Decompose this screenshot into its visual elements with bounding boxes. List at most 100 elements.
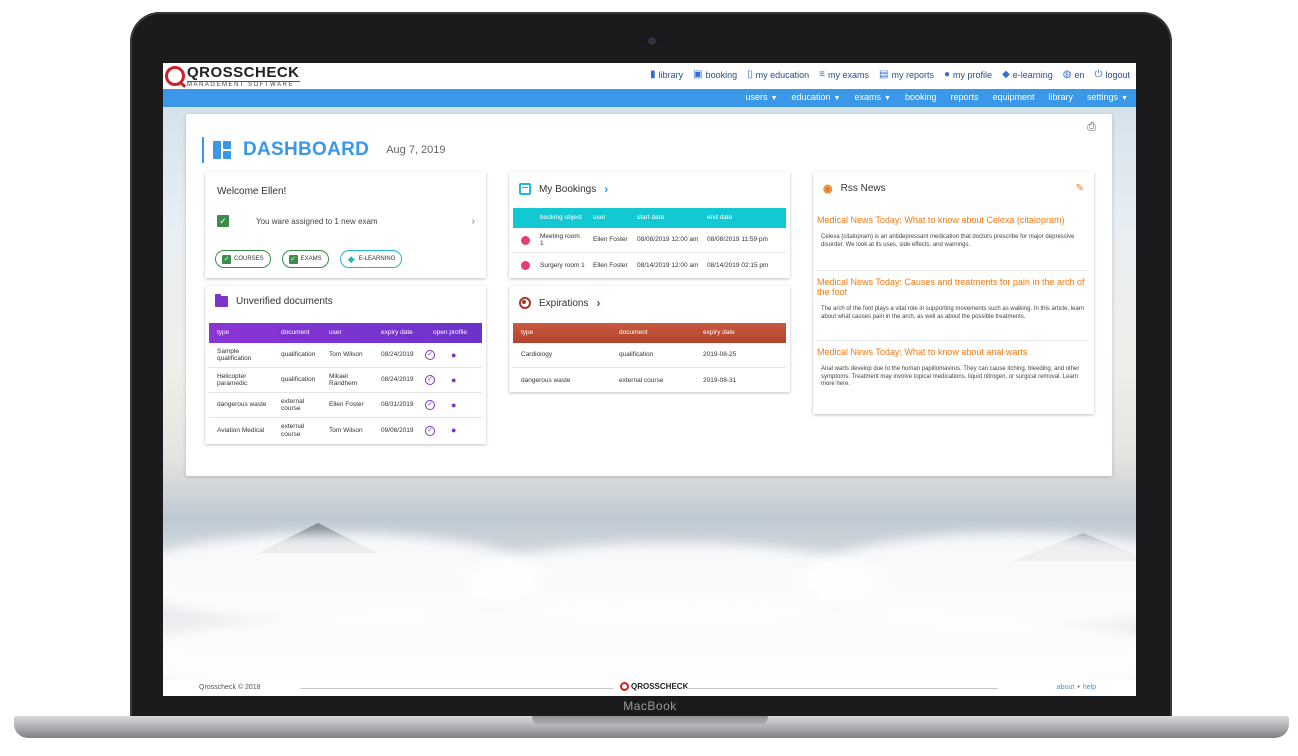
table-row[interactable]: Surgery room 1 Ellen Foster 08/14/2019 1… (513, 253, 786, 278)
top-link-my-reports[interactable]: ▤ my reports (879, 69, 934, 80)
check-icon: ✓ (288, 254, 298, 264)
nav-label: equipment (992, 92, 1035, 102)
news-headline[interactable]: Medical News Today: What to know about a… (817, 347, 1087, 358)
cell-start-date: 08/08/2019 12:00 am (637, 236, 699, 244)
top-link-my-profile[interactable]: ● my profile (944, 69, 992, 80)
unverified-documents-card: Unverified documents type document user … (205, 286, 486, 444)
open-profile-icon[interactable]: ● (451, 375, 456, 385)
table-row[interactable]: Aviation Medical external course Tom Wil… (209, 418, 482, 443)
news-item[interactable]: Medical News Today: What to know about C… (817, 215, 1087, 249)
news-description: The arch of the foot plays a vital role … (821, 305, 1085, 320)
status-dot (521, 235, 530, 245)
person-icon: ● (944, 69, 951, 80)
nav-reports[interactable]: reports (950, 92, 978, 102)
print-icon[interactable]: ⎙ (1087, 121, 1096, 134)
news-headline[interactable]: Medical News Today: What to know about C… (817, 215, 1087, 226)
cell-user: Mikael Randhem (329, 372, 358, 387)
cell-booking-object: Meeting room 1 (540, 232, 580, 247)
open-profile-icon[interactable]: ● (451, 350, 456, 360)
about-link[interactable]: about (1057, 684, 1075, 691)
exams-button[interactable]: ✓ EXAMS (281, 250, 329, 268)
news-item[interactable]: Medical News Today: Causes and treatment… (817, 277, 1087, 321)
news-description: Anal warts develop due to the human papi… (821, 365, 1080, 388)
new-exam-notice[interactable]: ✓ You ware assigned to 1 new exam › (217, 212, 475, 230)
cell-document: qualification (281, 351, 316, 359)
column-header: booking object (540, 214, 582, 222)
column-header: expiry date (703, 329, 735, 337)
column-header: type (521, 329, 534, 337)
top-link-my-education[interactable]: ▯ my education (747, 69, 809, 80)
top-link-language[interactable]: ◍ en (1063, 69, 1085, 80)
app-logo[interactable]: QROSSCHECK MANAGEMENT SOFTWARE (165, 65, 300, 88)
expirations-card: Expirations › type document expiry date … (509, 286, 790, 392)
welcome-greeting: Welcome Ellen! (217, 186, 287, 197)
exams-label: EXAMS (300, 256, 322, 262)
nav-equipment[interactable]: equipment (992, 92, 1034, 102)
power-icon: ⏻ (1094, 69, 1103, 80)
top-link-logout[interactable]: ⏻ logout (1095, 69, 1130, 80)
open-profile-icon[interactable]: ● (451, 425, 456, 435)
screen: QROSSCHECK MANAGEMENT SOFTWARE ▮ library … (163, 63, 1136, 696)
dashboard-header: DASHBOARD Aug 7, 2019 (202, 137, 446, 163)
nav-exams[interactable]: exams ▼ (854, 92, 890, 102)
new-exam-message: You ware assigned to 1 new exam (256, 216, 378, 226)
top-link-label: e-learning (1012, 69, 1053, 80)
logo-subtitle: MANAGEMENT SOFTWARE (187, 80, 300, 88)
column-header: document (281, 329, 310, 337)
footer-logo-text: QROSSCHECK (631, 682, 689, 691)
help-link[interactable]: help (1083, 684, 1096, 691)
top-link-label: en (1074, 69, 1085, 80)
cell-expiry: 08/24/2019 (381, 376, 414, 384)
expirations-title[interactable]: Expirations (539, 298, 588, 309)
rss-icon: ◉ (823, 183, 833, 195)
globe-icon: ◍ (1062, 69, 1072, 80)
chevron-right-icon[interactable]: › (604, 182, 608, 196)
caret-down-icon: ▼ (833, 95, 841, 102)
clipboard-icon: ▯ (747, 69, 753, 80)
nav-label: reports (950, 92, 979, 102)
nav-education[interactable]: education ▼ (792, 92, 841, 102)
nav-label: users (745, 92, 768, 102)
open-profile-icon[interactable]: ● (451, 400, 456, 410)
courses-button[interactable]: ✓ COURSES (215, 250, 271, 268)
verify-icon[interactable]: ✓ (425, 350, 435, 360)
nav-settings[interactable]: settings ▼ (1087, 92, 1128, 102)
table-row[interactable]: Meeting room 1 Ellen Foster 08/08/2019 1… (513, 228, 786, 253)
table-row[interactable]: Sample qualification qualification Tom W… (209, 343, 482, 368)
cell-expiry: 09/06/2019 (381, 426, 414, 434)
e-learning-button[interactable]: ◆ E-LEARNING (339, 250, 403, 268)
cell-type: Sample qualification (217, 347, 252, 362)
divider (300, 688, 613, 689)
nav-library[interactable]: library (1049, 92, 1074, 102)
nav-users[interactable]: users ▼ (746, 92, 778, 102)
divider (686, 688, 998, 689)
verify-icon[interactable]: ✓ (425, 400, 435, 410)
courses-label: COURSES (234, 256, 264, 262)
table-header: booking object user start date end date (513, 208, 786, 228)
verify-icon[interactable]: ✓ (425, 375, 435, 385)
table-row[interactable]: Helicopter paramedic qualification Mikae… (209, 368, 482, 393)
folder-user-icon (215, 294, 228, 307)
news-headline[interactable]: Medical News Today: Causes and treatment… (817, 277, 1087, 298)
verify-icon[interactable]: ✓ (425, 425, 435, 436)
page-title: DASHBOARD (243, 139, 370, 160)
top-link-booking[interactable]: ▣ booking (693, 69, 737, 80)
bookings-title[interactable]: My Bookings (539, 184, 596, 195)
column-header: end date (707, 214, 733, 222)
nav-booking[interactable]: booking (905, 92, 937, 102)
news-item[interactable]: Medical News Today: What to know about a… (817, 347, 1087, 389)
top-link-my-exams[interactable]: ≡ my exams (819, 69, 869, 80)
news-description: Celexa (citalopram) is an antidepressant… (821, 233, 1075, 248)
cell-end-date: 08/08/2019 11:59 pm (707, 236, 768, 244)
cell-type: dangerous waste (217, 401, 267, 409)
table-row[interactable]: dangerous waste external course 2019-08-… (513, 368, 786, 393)
caret-down-icon: ▼ (1121, 95, 1128, 102)
top-link-library[interactable]: ▮ library (650, 69, 683, 80)
footer-logo: QROSSCHECK (620, 682, 688, 691)
table-row[interactable]: dangerous waste external course Ellen Fo… (209, 393, 482, 418)
table-row[interactable]: Cardiology qualification 2019-08-25 (513, 343, 786, 368)
column-header: expiry date (381, 329, 413, 337)
chevron-right-icon[interactable]: › (596, 296, 600, 310)
top-link-e-learning[interactable]: ◆ e-learning (1002, 69, 1053, 80)
pencil-icon[interactable]: ✎ (1076, 183, 1084, 194)
